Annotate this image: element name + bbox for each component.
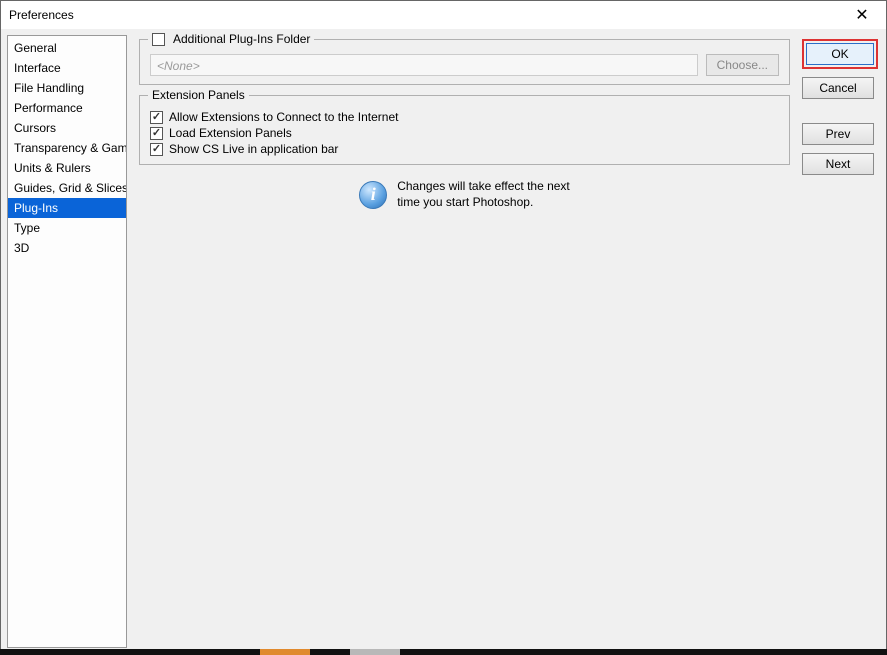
choose-folder-button[interactable]: Choose... <box>706 54 779 76</box>
checkbox-load-extension-panels[interactable] <box>150 127 163 140</box>
sidebar-item-performance[interactable]: Performance <box>8 98 126 118</box>
label-load-extension-panels: Load Extension Panels <box>169 126 292 140</box>
label-show-cs-live: Show CS Live in application bar <box>169 142 338 156</box>
option-load-extension-panels[interactable]: Load Extension Panels <box>150 126 779 140</box>
sidebar-item-3d[interactable]: 3D <box>8 238 126 258</box>
checkbox-show-cs-live[interactable] <box>150 143 163 156</box>
titlebar: Preferences ✕ <box>1 1 886 29</box>
option-show-cs-live[interactable]: Show CS Live in application bar <box>150 142 779 156</box>
sidebar-item-cursors[interactable]: Cursors <box>8 118 126 138</box>
extension-panels-legend: Extension Panels <box>148 88 249 102</box>
sidebar-item-interface[interactable]: Interface <box>8 58 126 78</box>
info-message-row: i Changes will take effect the next time… <box>139 179 790 210</box>
info-icon: i <box>359 181 387 209</box>
category-sidebar: General Interface File Handling Performa… <box>7 35 127 648</box>
next-button[interactable]: Next <box>802 153 874 175</box>
sidebar-item-guides-grid-slices[interactable]: Guides, Grid & Slices <box>8 178 126 198</box>
sidebar-item-general[interactable]: General <box>8 38 126 58</box>
sidebar-item-units-rulers[interactable]: Units & Rulers <box>8 158 126 178</box>
close-icon[interactable]: ✕ <box>844 4 880 26</box>
settings-panel: Additional Plug-Ins Folder <None> Choose… <box>133 35 796 648</box>
additional-plugins-checkbox[interactable] <box>152 33 165 46</box>
checkbox-allow-internet[interactable] <box>150 111 163 124</box>
dialog-body: General Interface File Handling Performa… <box>1 29 886 654</box>
ok-button-highlight: OK <box>802 39 878 69</box>
option-allow-internet[interactable]: Allow Extensions to Connect to the Inter… <box>150 110 779 124</box>
extension-panels-group: Extension Panels Allow Extensions to Con… <box>139 95 790 165</box>
info-line2: time you start Photoshop. <box>397 195 570 211</box>
cancel-button[interactable]: Cancel <box>802 77 874 99</box>
dialog-buttons: OK Cancel Prev Next <box>802 35 880 648</box>
info-message-text: Changes will take effect the next time y… <box>397 179 570 210</box>
additional-plugins-group: Additional Plug-Ins Folder <None> Choose… <box>139 39 790 85</box>
sidebar-item-file-handling[interactable]: File Handling <box>8 78 126 98</box>
sidebar-item-transparency-gamut[interactable]: Transparency & Gamut <box>8 138 126 158</box>
info-line1: Changes will take effect the next <box>397 179 570 195</box>
window-title: Preferences <box>9 8 844 22</box>
prev-button[interactable]: Prev <box>802 123 874 145</box>
additional-plugins-legend-label: Additional Plug-Ins Folder <box>173 32 310 46</box>
extension-panels-legend-label: Extension Panels <box>152 88 245 102</box>
sidebar-item-type[interactable]: Type <box>8 218 126 238</box>
additional-plugins-legend: Additional Plug-Ins Folder <box>148 32 314 46</box>
additional-plugins-path-field: <None> <box>150 54 698 76</box>
sidebar-item-plug-ins[interactable]: Plug-Ins <box>8 198 126 218</box>
label-allow-internet: Allow Extensions to Connect to the Inter… <box>169 110 398 124</box>
ok-button[interactable]: OK <box>806 43 874 65</box>
taskbar-sliver <box>0 649 887 655</box>
preferences-window: Preferences ✕ General Interface File Han… <box>0 0 887 655</box>
